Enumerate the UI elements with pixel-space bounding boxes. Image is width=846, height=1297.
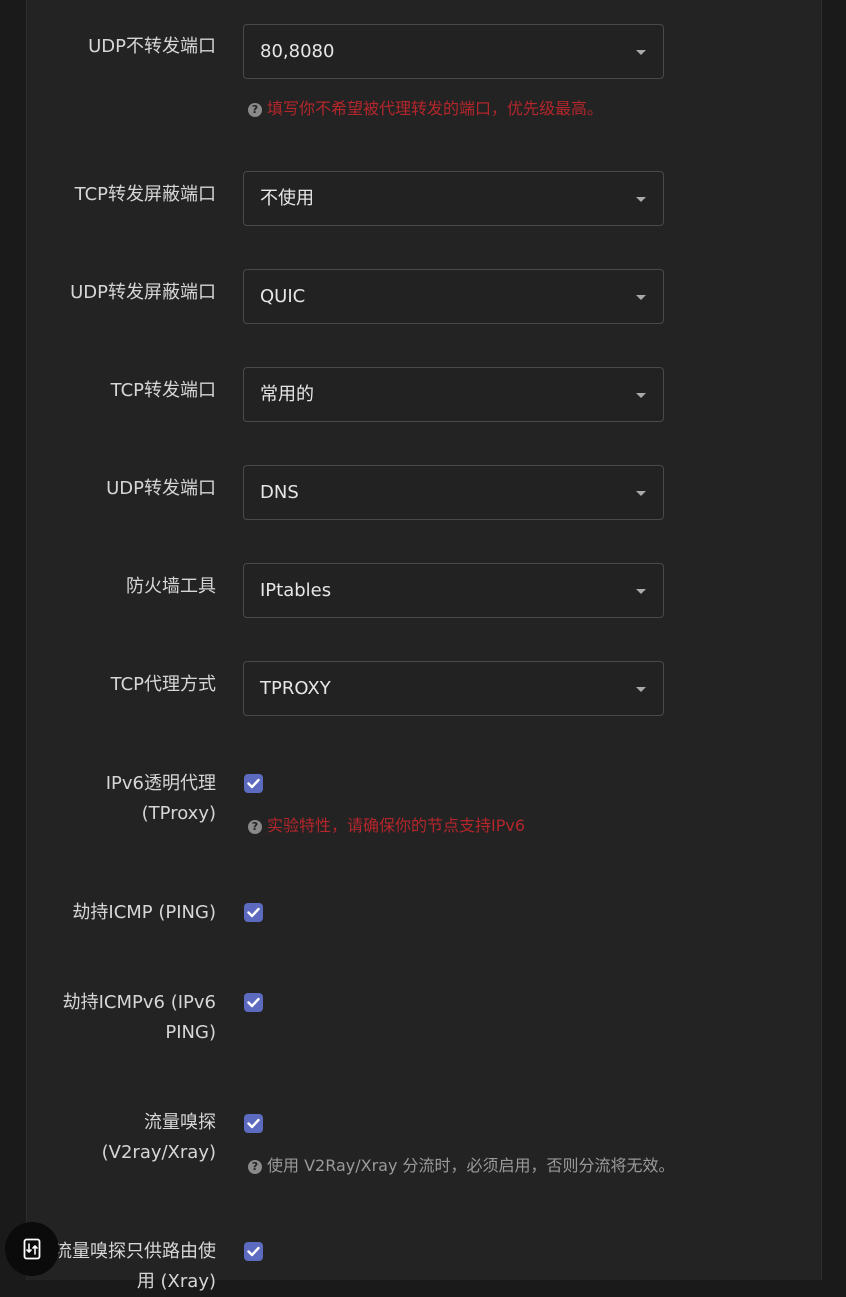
swap-icon bbox=[23, 1238, 41, 1260]
check-icon bbox=[247, 778, 260, 789]
check-icon bbox=[247, 1118, 260, 1129]
ipv6-tproxy-label: IPv6透明代理 (TProxy) bbox=[16, 769, 216, 829]
firewall-tool-value: IPtables bbox=[260, 580, 332, 601]
sniffing-label-line1: 流量嗅探 bbox=[144, 1112, 216, 1133]
sniffing-label-line2: (V2ray/Xray) bbox=[101, 1142, 216, 1163]
tcp-proxy-mode-select[interactable]: TPROXY bbox=[243, 661, 664, 716]
tcp-proxy-mode-value: TPROXY bbox=[260, 678, 331, 699]
udp-no-redir-hint-text: 填写你不希望被代理转发的端口，优先级最高。 bbox=[267, 99, 604, 118]
sniffing-hint: ? 使用 V2Ray/Xray 分流时，必须启用，否则分流将无效。 bbox=[248, 1155, 675, 1177]
udp-block-ports-value: QUIC bbox=[260, 286, 306, 307]
hijack-icmpv6-checkbox[interactable] bbox=[244, 993, 263, 1012]
udp-no-redir-select[interactable]: 80,8080 bbox=[243, 24, 664, 79]
floating-action-button[interactable] bbox=[5, 1222, 59, 1276]
ipv6-tproxy-hint-text: 实验特性，请确保你的节点支持IPv6 bbox=[267, 816, 526, 835]
udp-no-redir-hint: ? 填写你不希望被代理转发的端口，优先级最高。 bbox=[248, 98, 603, 120]
tcp-block-ports-label: TCP转发屏蔽端口 bbox=[74, 184, 216, 205]
question-circle-icon: ? bbox=[248, 820, 262, 834]
ipv6-tproxy-label-line1: IPv6透明代理 bbox=[105, 773, 216, 794]
sniffing-checkbox[interactable] bbox=[244, 1114, 263, 1133]
check-icon bbox=[247, 997, 260, 1008]
udp-redir-ports-value: DNS bbox=[260, 482, 299, 503]
tcp-redir-ports-select[interactable]: 常用的 bbox=[243, 367, 664, 422]
tcp-redir-ports-value: 常用的 bbox=[260, 384, 314, 405]
ipv6-tproxy-label-line2: (TProxy) bbox=[141, 803, 216, 824]
question-circle-icon: ? bbox=[248, 1160, 262, 1174]
chevron-down-icon bbox=[636, 197, 646, 202]
chevron-down-icon bbox=[636, 491, 646, 496]
chevron-down-icon bbox=[636, 393, 646, 398]
check-icon bbox=[247, 1246, 260, 1257]
hijack-icmp-checkbox[interactable] bbox=[244, 903, 263, 922]
udp-block-ports-label: UDP转发屏蔽端口 bbox=[70, 282, 216, 303]
ipv6-tproxy-checkbox[interactable] bbox=[244, 774, 263, 793]
hijack-icmpv6-label: 劫持ICMPv6 (IPv6 PING) bbox=[16, 988, 216, 1048]
udp-no-redir-label: UDP不转发端口 bbox=[88, 36, 216, 57]
question-circle-icon: ? bbox=[248, 103, 262, 117]
tcp-redir-ports-label: TCP转发端口 bbox=[110, 380, 216, 401]
chevron-down-icon bbox=[636, 687, 646, 692]
chevron-down-icon bbox=[636, 50, 646, 55]
udp-no-redir-value: 80,8080 bbox=[260, 41, 335, 62]
chevron-down-icon bbox=[636, 295, 646, 300]
firewall-tool-select[interactable]: IPtables bbox=[243, 563, 664, 618]
hijack-icmpv6-label-line2: PING) bbox=[165, 1022, 216, 1043]
sniffing-hint-text: 使用 V2Ray/Xray 分流时，必须启用，否则分流将无效。 bbox=[267, 1156, 675, 1175]
udp-redir-ports-label: UDP转发端口 bbox=[106, 478, 216, 499]
firewall-tool-label: 防火墙工具 bbox=[126, 576, 216, 597]
udp-block-ports-select[interactable]: QUIC bbox=[243, 269, 664, 324]
tcp-proxy-mode-label: TCP代理方式 bbox=[110, 674, 216, 695]
check-icon bbox=[247, 907, 260, 918]
hijack-icmp-label: 劫持ICMP (PING) bbox=[72, 902, 216, 923]
hijack-icmpv6-label-line1: 劫持ICMPv6 (IPv6 bbox=[62, 992, 216, 1013]
ipv6-tproxy-hint: ? 实验特性，请确保你的节点支持IPv6 bbox=[248, 815, 525, 837]
sniffing-label: 流量嗅探 (V2ray/Xray) bbox=[16, 1108, 216, 1168]
udp-redir-ports-select[interactable]: DNS bbox=[243, 465, 664, 520]
route-only-checkbox[interactable] bbox=[244, 1242, 263, 1261]
chevron-down-icon bbox=[636, 589, 646, 594]
tcp-block-ports-select[interactable]: 不使用 bbox=[243, 171, 664, 226]
tcp-block-ports-value: 不使用 bbox=[260, 188, 314, 209]
